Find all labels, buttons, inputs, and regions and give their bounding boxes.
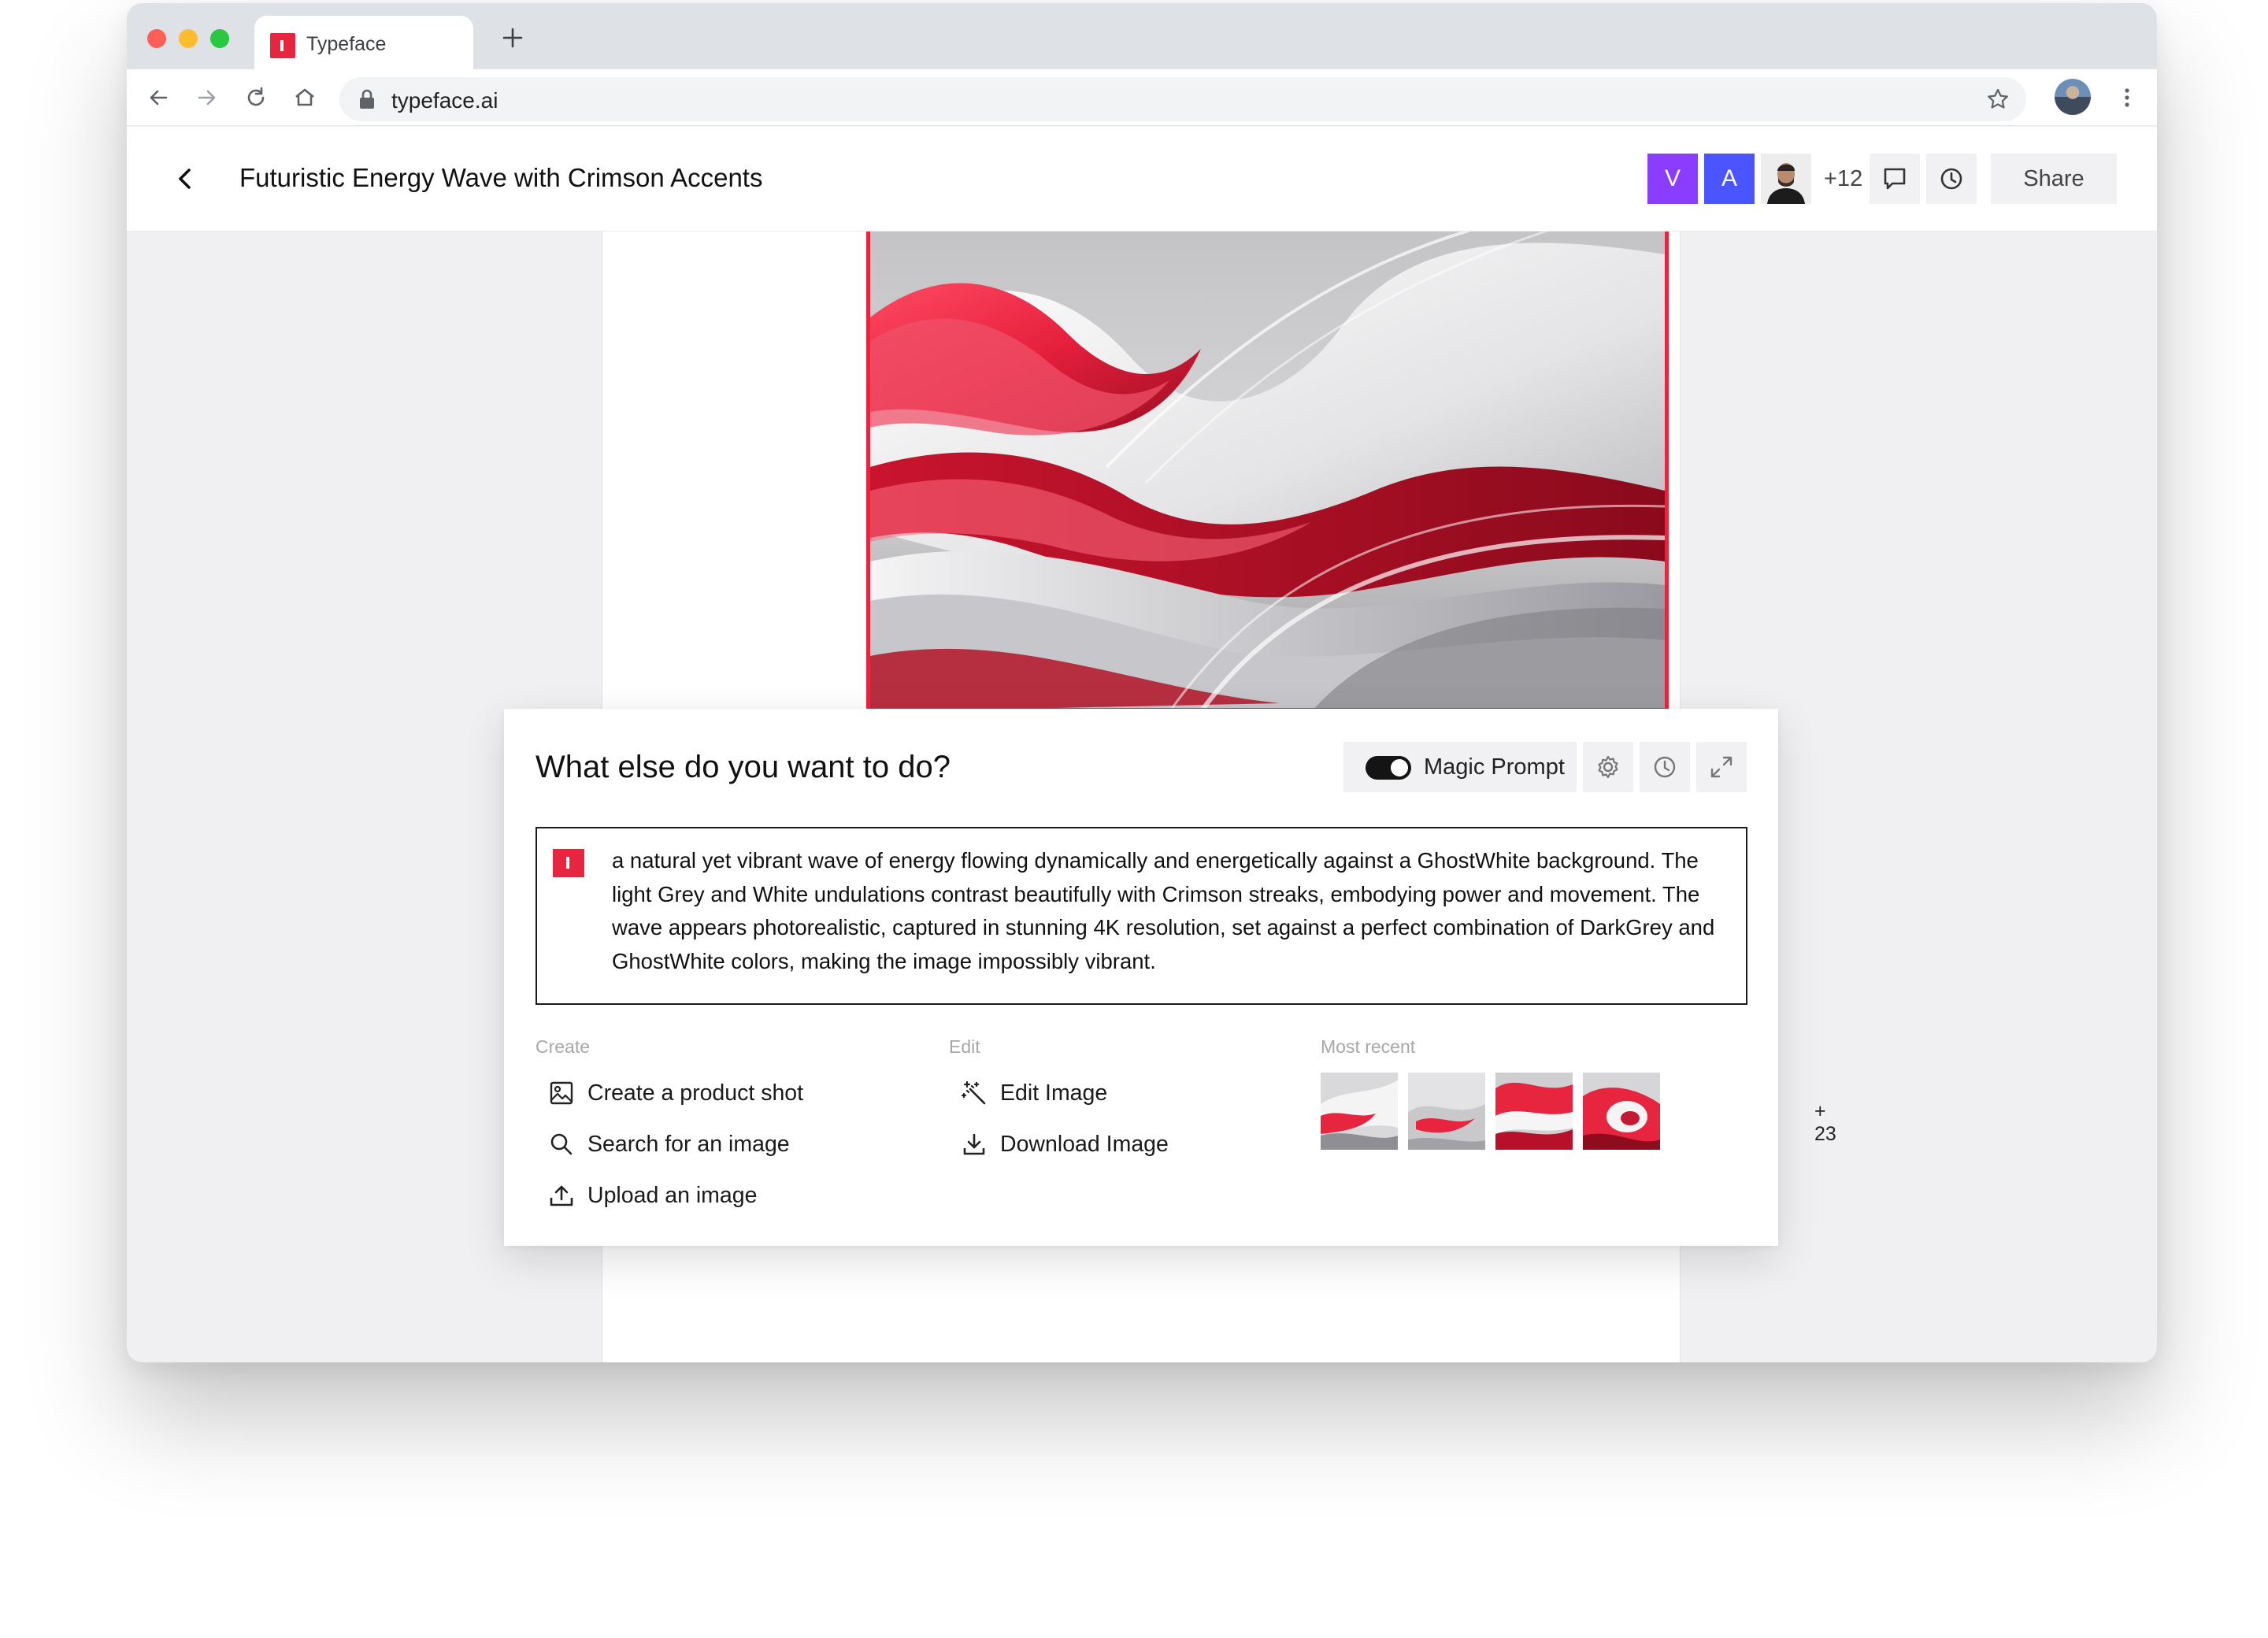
- edit-image-label: Edit Image: [1000, 1080, 1108, 1106]
- panel-title: What else do you want to do?: [536, 750, 951, 784]
- recent-thumbnail-1[interactable]: [1321, 1073, 1398, 1150]
- expand-button[interactable]: [1696, 742, 1747, 792]
- document-header: Futuristic Energy Wave with Crimson Acce…: [127, 127, 2157, 231]
- magic-prompt-label: Magic Prompt: [1424, 754, 1565, 780]
- chevron-left-icon[interactable]: [168, 161, 202, 196]
- typeface-logo-icon: [553, 849, 584, 877]
- action-panel: What else do you want to do? Magic Promp…: [504, 709, 1836, 1246]
- magic-wand-icon: [961, 1080, 986, 1105]
- thumbnail-image-3: [1495, 1073, 1573, 1150]
- reload-icon[interactable]: [242, 83, 270, 112]
- gear-icon: [1598, 755, 1618, 779]
- thumbnail-image-1: [1321, 1073, 1398, 1150]
- prompt-history-button[interactable]: [1640, 742, 1690, 792]
- share-button[interactable]: Share: [1991, 154, 2117, 204]
- history-button[interactable]: [1926, 154, 1977, 204]
- upload-icon: [550, 1185, 573, 1206]
- person-photo-icon: [1761, 154, 1811, 204]
- create-product-shot-label: Create a product shot: [587, 1080, 804, 1106]
- comment-icon: [1884, 168, 1906, 190]
- tab-bar: Typeface: [127, 3, 2157, 69]
- maximize-window-button[interactable]: [210, 29, 229, 48]
- more-collaborators-count[interactable]: +12: [1824, 166, 1862, 192]
- create-heading: Create: [536, 1036, 591, 1057]
- new-tab-icon[interactable]: [500, 25, 525, 50]
- recent-thumbnail-3[interactable]: [1495, 1073, 1573, 1150]
- expand-icon: [1710, 756, 1732, 778]
- upload-image-button[interactable]: Upload an image: [548, 1180, 757, 1211]
- download-image-button[interactable]: Download Image: [961, 1128, 1169, 1160]
- edit-image-button[interactable]: Edit Image: [961, 1077, 1107, 1109]
- prompt-textarea[interactable]: a natural yet vibrant wave of energy flo…: [536, 827, 1747, 1005]
- edit-heading: Edit: [949, 1036, 980, 1057]
- search-image-label: Search for an image: [587, 1131, 790, 1157]
- avatar-a[interactable]: A: [1704, 154, 1755, 204]
- magic-prompt-toggle[interactable]: Magic Prompt: [1343, 742, 1577, 792]
- generated-image[interactable]: [866, 231, 1669, 712]
- recent-thumbnail-4[interactable]: [1583, 1073, 1660, 1150]
- download-icon: [963, 1133, 985, 1155]
- thumbnail-image-4: [1583, 1073, 1660, 1150]
- minimize-window-button[interactable]: [179, 29, 198, 48]
- clock-icon: [1654, 756, 1676, 778]
- more-recent-count[interactable]: + 23: [1814, 1100, 1836, 1146]
- browser-toolbar: typeface.ai: [127, 69, 2157, 126]
- most-recent-heading: Most recent: [1321, 1036, 1416, 1057]
- avatar-v[interactable]: V: [1647, 154, 1698, 204]
- recent-thumbnail-2[interactable]: [1408, 1073, 1485, 1150]
- typeface-favicon-icon: [270, 33, 295, 58]
- search-image-button[interactable]: Search for an image: [548, 1128, 790, 1160]
- star-icon[interactable]: [1985, 87, 2010, 112]
- home-icon[interactable]: [291, 83, 319, 112]
- clock-icon: [1940, 168, 1962, 190]
- browser-tab[interactable]: Typeface: [254, 16, 473, 69]
- comments-button[interactable]: [1870, 154, 1920, 204]
- settings-button[interactable]: [1583, 742, 1633, 792]
- create-product-shot-button[interactable]: Create a product shot: [548, 1077, 803, 1109]
- close-window-button[interactable]: [147, 29, 166, 48]
- forward-icon[interactable]: [193, 83, 221, 112]
- profile-avatar[interactable]: [2055, 79, 2091, 115]
- upload-image-label: Upload an image: [587, 1182, 758, 1208]
- download-image-label: Download Image: [1000, 1131, 1169, 1157]
- address-bar[interactable]: typeface.ai: [339, 77, 2026, 121]
- browser-window: Typeface typeface.ai Futuristic Energy W…: [127, 3, 2157, 1362]
- search-icon: [550, 1133, 573, 1155]
- avatar-photo[interactable]: [1761, 154, 1811, 204]
- url-text: typeface.ai: [391, 88, 498, 113]
- kebab-icon[interactable]: [2113, 83, 2141, 112]
- toggle-switch[interactable]: [1366, 756, 1411, 780]
- thumbnail-image-2: [1408, 1073, 1485, 1150]
- image-icon: [550, 1081, 573, 1105]
- lock-icon: [360, 89, 374, 109]
- wave-artwork: [870, 231, 1665, 708]
- prompt-text[interactable]: a natural yet vibrant wave of energy flo…: [612, 844, 1730, 978]
- tab-title: Typeface: [306, 33, 387, 55]
- page-title: Futuristic Energy Wave with Crimson Acce…: [239, 163, 763, 192]
- back-icon[interactable]: [144, 83, 172, 112]
